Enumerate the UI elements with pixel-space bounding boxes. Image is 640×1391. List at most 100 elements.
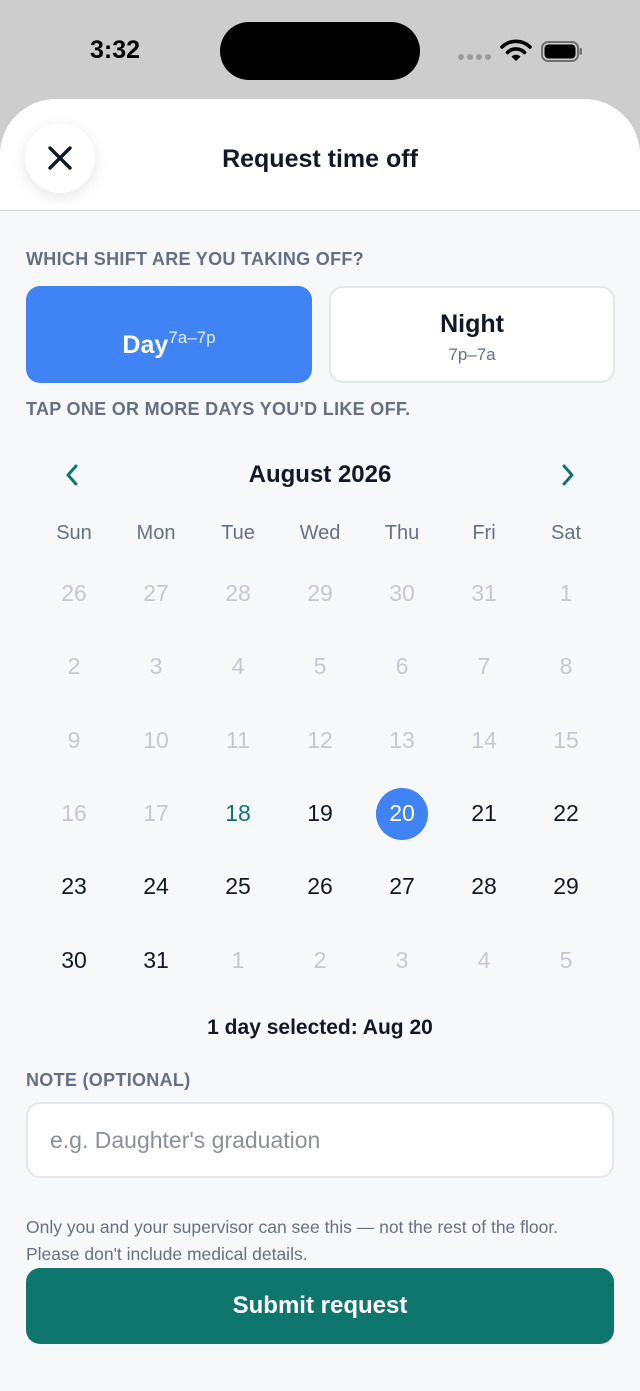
calendar-day: 7 xyxy=(443,630,525,703)
shift-option-hours: 7a–7p xyxy=(168,327,216,347)
cellular-signal-icon xyxy=(458,54,491,60)
weekday-label: Fri xyxy=(472,522,496,544)
calendar-day: 17 xyxy=(115,777,197,850)
calendar-day-number: 21 xyxy=(471,800,497,827)
weekday-label: Thu xyxy=(384,522,420,544)
request-time-off-sheet: Request time off WHICH SHIFT ARE YOU TAK… xyxy=(0,99,640,1391)
calendar-day-number: 4 xyxy=(477,946,491,973)
shift-section-label: WHICH SHIFT ARE YOU TAKING OFF? xyxy=(26,249,364,269)
calendar-day-number: 5 xyxy=(313,653,327,680)
next-month-button[interactable] xyxy=(550,457,586,493)
calendar-day-selected[interactable]: 20 xyxy=(361,777,443,850)
calendar-day: 27 xyxy=(115,557,197,630)
calendar-day: 11 xyxy=(197,704,279,777)
calendar-day-number: 11 xyxy=(226,726,250,753)
calendar-day[interactable]: 28 xyxy=(443,850,525,923)
calendar-day: 2 xyxy=(33,630,115,703)
calendar-day[interactable]: 21 xyxy=(443,777,525,850)
wifi-icon xyxy=(500,39,532,61)
calendar-day[interactable]: 31 xyxy=(115,923,197,996)
submit-request-button[interactable]: Submit request xyxy=(26,1268,614,1344)
weekday-label: Sat xyxy=(550,522,582,544)
status-time: 3:32 xyxy=(90,36,141,64)
month-title: August 2026 xyxy=(248,461,392,488)
calendar-day[interactable]: 30 xyxy=(33,923,115,996)
calendar-day[interactable]: 22 xyxy=(525,777,607,850)
calendar-day[interactable]: 26 xyxy=(279,850,361,923)
calendar-day[interactable]: 25 xyxy=(197,850,279,923)
dynamic-island xyxy=(220,22,420,80)
calendar-day-number: 3 xyxy=(395,946,409,973)
weekday-label: Mon xyxy=(136,522,176,544)
weekday-label: Tue xyxy=(221,522,255,544)
calendar-day-number: 23 xyxy=(61,873,87,900)
calendar-day: 26 xyxy=(33,557,115,630)
calendar-day-number: 27 xyxy=(143,580,169,607)
shift-option-night[interactable]: Night 7p–7a xyxy=(329,286,615,383)
battery-icon xyxy=(541,41,582,62)
chevron-right-icon xyxy=(562,464,574,486)
calendar-day-number: 25 xyxy=(225,873,251,900)
calendar-day: 3 xyxy=(115,630,197,703)
calendar-day-number: 26 xyxy=(307,873,333,900)
calendar-day: 29 xyxy=(279,557,361,630)
calendar-day-number: 16 xyxy=(61,800,87,827)
calendar-day-number: 12 xyxy=(307,726,333,753)
calendar-day: 28 xyxy=(197,557,279,630)
calendar-day: 30 xyxy=(361,557,443,630)
calendar-day: 4 xyxy=(443,923,525,996)
calendar-day: 1 xyxy=(525,557,607,630)
weekday-label: Wed xyxy=(299,522,341,544)
calendar-day: 31 xyxy=(443,557,525,630)
calendar-day-number: 8 xyxy=(559,653,573,680)
calendar-day-number: 13 xyxy=(389,726,415,753)
calendar-day: 16 xyxy=(33,777,115,850)
calendar-day-number: 24 xyxy=(143,873,169,900)
status-bar: 3:32 xyxy=(0,0,640,100)
calendar-day-number: 31 xyxy=(143,946,169,973)
calendar-day-number: 29 xyxy=(307,580,333,607)
calendar-day-number: 15 xyxy=(553,726,579,753)
calendar-day: 5 xyxy=(279,630,361,703)
calendar-day: 5 xyxy=(525,923,607,996)
note-label: NOTE (OPTIONAL) xyxy=(26,1070,191,1090)
calendar-day: 14 xyxy=(443,704,525,777)
calendar-grid: 26 27 28 29 30 31 1 2 3 4 5 6 7 8 9 10 11 12 13 14 15 16 17 18 1… xyxy=(33,557,607,997)
calendar-day[interactable]: 19 xyxy=(279,777,361,850)
sheet-header: Request time off xyxy=(0,99,640,211)
calendar-day-number: 2 xyxy=(313,946,327,973)
calendar-day: 13 xyxy=(361,704,443,777)
calendar-day[interactable]: 27 xyxy=(361,850,443,923)
calendar-day-number: 27 xyxy=(389,873,415,900)
calendar-day-number: 6 xyxy=(395,653,409,680)
calendar-day: 9 xyxy=(33,704,115,777)
calendar-day-number: 1 xyxy=(559,580,573,607)
calendar-day: 2 xyxy=(279,923,361,996)
calendar-day-number: 31 xyxy=(471,580,497,607)
calendar-day-number: 29 xyxy=(553,873,579,900)
calendar-day-number: 1 xyxy=(231,946,245,973)
calendar-day-number: 5 xyxy=(559,946,573,973)
calendar-day: 10 xyxy=(115,704,197,777)
calendar-day: 1 xyxy=(197,923,279,996)
shift-option-hours: 7p–7a xyxy=(448,345,496,364)
calendar-day[interactable]: 23 xyxy=(33,850,115,923)
calendar-day: 12 xyxy=(279,704,361,777)
calendar-day[interactable]: 24 xyxy=(115,850,197,923)
calendar-day: 8 xyxy=(525,630,607,703)
selection-summary: 1 day selected: Aug 20 xyxy=(207,1016,433,1039)
days-section-label: TAP ONE OR MORE DAYS YOU'D LIKE OFF. xyxy=(26,399,411,419)
calendar-day-number: 4 xyxy=(231,653,245,680)
calendar-day-number: 14 xyxy=(471,726,497,753)
calendar-day-number: 10 xyxy=(143,726,169,753)
note-input[interactable] xyxy=(26,1102,614,1178)
calendar-day-number: 2 xyxy=(67,653,81,680)
calendar-day-number: 18 xyxy=(225,800,251,827)
privacy-notice: Only you and your supervisor can see thi… xyxy=(26,1217,559,1264)
weekday-header-row: Sun Mon Tue Wed Thu Fri Sat xyxy=(33,522,607,545)
calendar-day-today[interactable]: 18 xyxy=(197,777,279,850)
shift-option-day[interactable]: Day 7a–7p xyxy=(26,286,312,383)
calendar-day-number: 7 xyxy=(477,653,491,680)
page-title: Request time off xyxy=(222,145,418,173)
calendar-day[interactable]: 29 xyxy=(525,850,607,923)
